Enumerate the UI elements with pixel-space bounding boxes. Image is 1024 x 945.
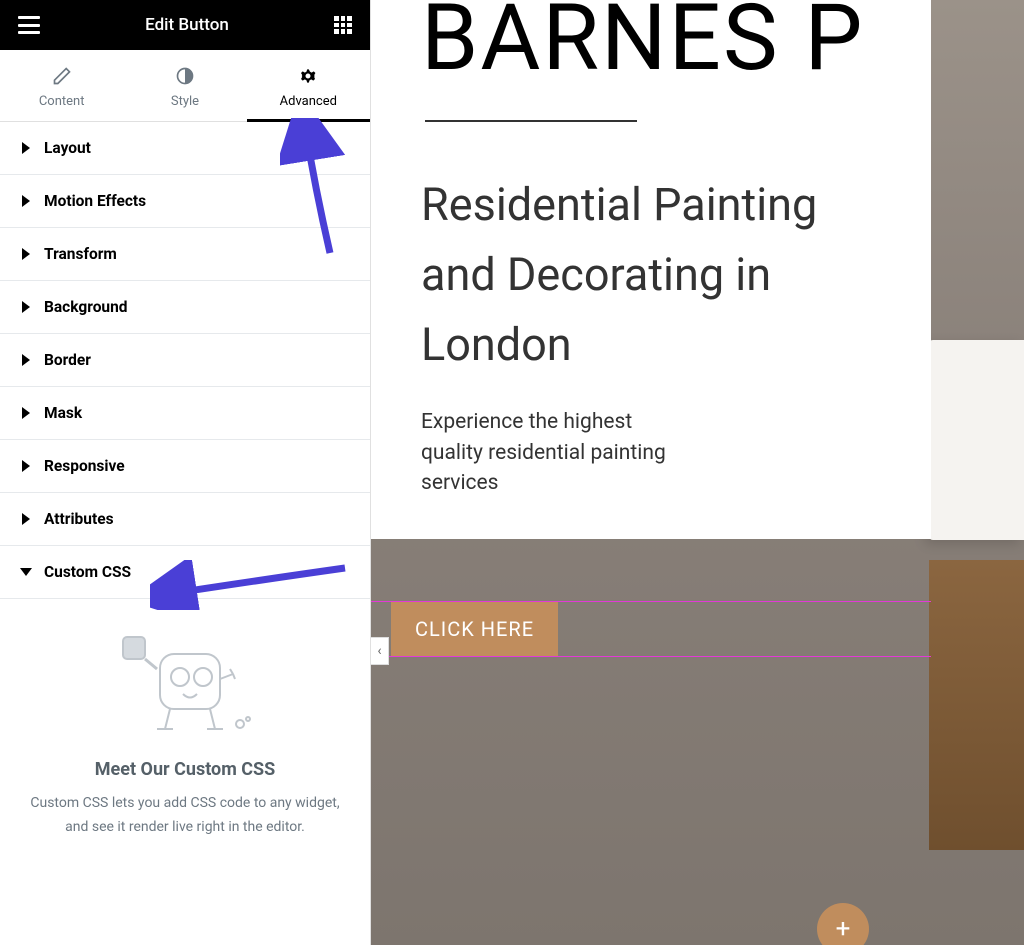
section-label: Layout [44,139,91,157]
subtext: Experience the highest quality residenti… [421,407,681,498]
pencil-icon [52,66,72,86]
menu-icon[interactable] [18,16,40,34]
section-label: Responsive [44,457,125,475]
section-transform[interactable]: Transform [0,228,370,281]
caret-down-icon [20,568,32,576]
add-section-button[interactable]: + [817,903,869,945]
editor-tabs: Content Style Advanced [0,50,370,122]
tab-advanced[interactable]: Advanced [247,50,370,121]
hero-card: BARNES P Residential Painting and Decora… [371,0,931,539]
panel-title: Edit Button [145,15,229,35]
section-background[interactable]: Background [0,281,370,334]
section-label: Motion Effects [44,192,146,210]
caret-right-icon [22,460,30,472]
section-label: Border [44,351,91,369]
caret-right-icon [22,301,30,313]
background-fixture [929,340,1024,540]
contrast-icon [175,66,195,86]
editor-sidebar: Edit Button Content Style Advanced Layou… [0,0,371,945]
section-motion-effects[interactable]: Motion Effects [0,175,370,228]
caret-right-icon [22,248,30,260]
caret-right-icon [22,407,30,419]
tab-label: Style [171,94,199,109]
button-widget-selection[interactable]: CLICK HERE [371,601,931,657]
section-border[interactable]: Border [0,334,370,387]
section-label: Custom CSS [44,563,131,581]
section-attributes[interactable]: Attributes [0,493,370,546]
widgets-grid-icon[interactable] [334,16,352,34]
section-responsive[interactable]: Responsive [0,440,370,493]
sidebar-header: Edit Button [0,0,370,50]
tab-label: Advanced [280,94,337,109]
background-shelf [929,560,1024,850]
section-label: Mask [44,404,82,422]
preview-canvas[interactable]: BARNES P Residential Painting and Decora… [371,0,1024,945]
headline-text: Residential Painting and Decorating in L… [421,170,881,379]
custom-css-heading: Meet Our Custom CSS [20,759,350,780]
caret-right-icon [22,195,30,207]
section-label: Attributes [44,510,114,528]
section-mask[interactable]: Mask [0,387,370,440]
custom-css-panel: Meet Our Custom CSS Custom CSS lets you … [0,599,370,860]
section-custom-css[interactable]: Custom CSS [0,546,370,599]
mascot-illustration [105,629,265,739]
section-layout[interactable]: Layout [0,122,370,175]
tab-style[interactable]: Style [123,50,246,121]
section-label: Background [44,298,128,316]
gear-icon [298,66,318,86]
custom-css-description: Custom CSS lets you add CSS code to any … [20,792,350,840]
tab-content[interactable]: Content [0,50,123,121]
sections-list: Layout Motion Effects Transform Backgrou… [0,122,370,945]
caret-right-icon [22,354,30,366]
brand-text: BARNES P [421,0,881,78]
divider-line [425,120,637,122]
collapse-sidebar-button[interactable]: ‹ [371,637,389,665]
section-label: Transform [44,245,117,263]
cta-button[interactable]: CLICK HERE [391,602,558,656]
tab-label: Content [39,94,85,109]
caret-right-icon [22,513,30,525]
caret-right-icon [22,142,30,154]
